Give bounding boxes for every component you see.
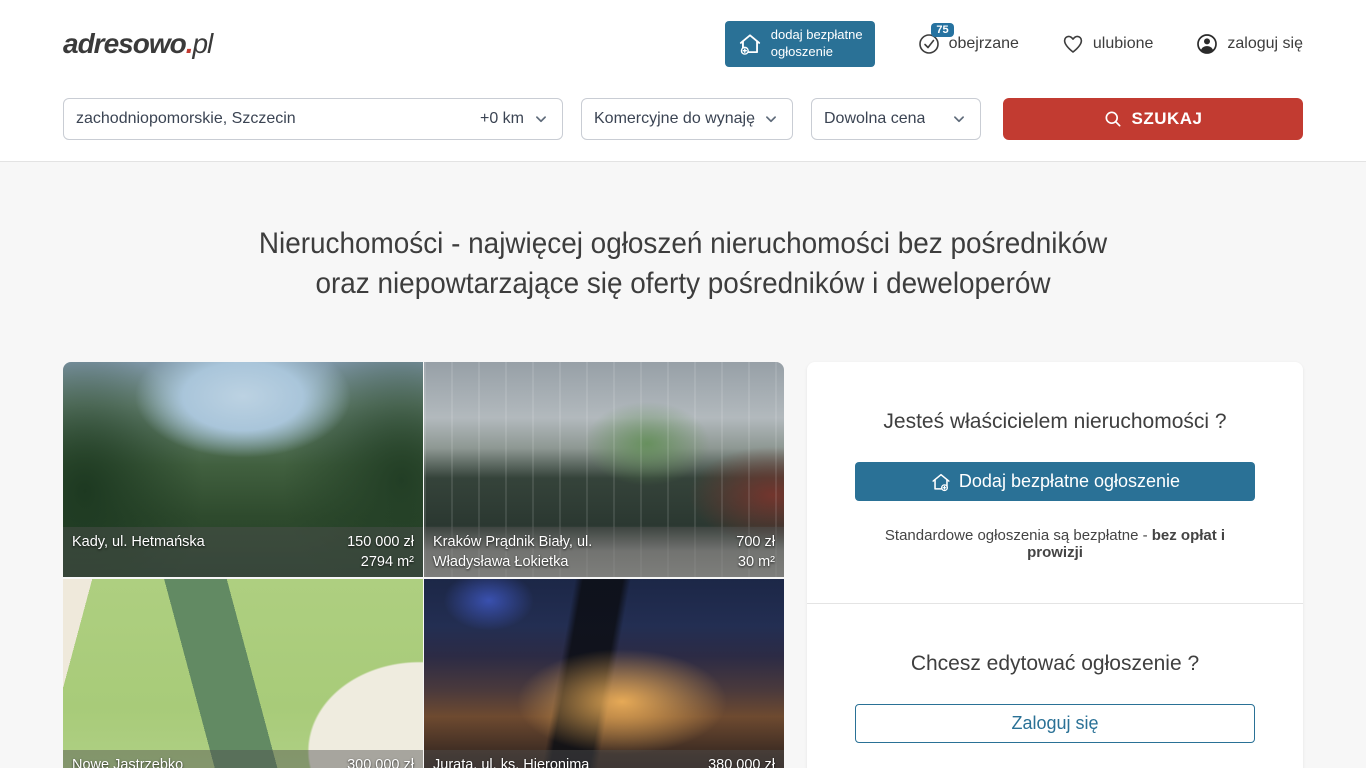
edit-heading: Chcesz edytować ogłoszenie ? — [855, 652, 1255, 676]
listing-price: 380 000 zł — [708, 757, 775, 768]
owner-sidebar: Jesteś właścicielem nieruchomości ? Doda… — [807, 362, 1303, 768]
listing-caption: Kraków Prądnik Biały, ul. Władysława Łok… — [424, 527, 784, 577]
search-bar: zachodniopomorskie, Szczecin +0 km Komer… — [0, 88, 1366, 162]
listing-title: Kady, ul. Hetmańska — [72, 532, 205, 572]
house-plus-icon — [930, 471, 952, 493]
add-listing-button[interactable]: dodaj bezpłatne ogłoszenie — [725, 21, 875, 67]
add-listing-label: dodaj bezpłatne ogłoszenie — [771, 27, 863, 61]
listing-caption: Kady, ul. Hetmańska 150 000 zł 2794 m² — [63, 527, 423, 577]
search-icon — [1103, 109, 1123, 129]
viewed-label: obejrzane — [949, 35, 1019, 53]
listing-area: 2794 m² — [361, 554, 414, 570]
chevron-down-icon — [762, 110, 780, 128]
category-value: Komercyjne do wynaję — [594, 110, 755, 128]
listing-card[interactable]: Nowe Jastrzębko 300 000 zł — [63, 579, 423, 768]
owner-heading: Jesteś właścicielem nieruchomości ? — [855, 410, 1255, 434]
radius-select[interactable]: +0 km — [480, 110, 524, 128]
owner-note: Standardowe ogłoszenia są bezpłatne - be… — [855, 527, 1255, 561]
category-select[interactable]: Komercyjne do wynaję — [581, 98, 793, 140]
logo-text-main: adresowo — [63, 28, 186, 59]
listing-price: 150 000 zł — [347, 534, 414, 550]
location-value: zachodniopomorskie, Szczecin — [76, 110, 296, 128]
check-circle-icon: 75 — [917, 32, 941, 56]
listing-caption: Jurata, ul. ks. Hieronima 380 000 zł — [424, 750, 784, 768]
logo-text-suffix: pl — [192, 28, 212, 59]
listing-card[interactable]: Jurata, ul. ks. Hieronima 380 000 zł — [424, 579, 784, 768]
listing-title: Kraków Prądnik Biały, ul. Władysława Łok… — [433, 532, 668, 572]
listing-card[interactable]: Kady, ul. Hetmańska 150 000 zł 2794 m² — [63, 362, 423, 577]
listings-grid: Kady, ul. Hetmańska 150 000 zł 2794 m² K… — [63, 362, 784, 768]
top-bar: adresowo.pl dodaj bezpłatne ogłoszenie — [0, 0, 1366, 88]
login-link[interactable]: zaloguj się — [1195, 32, 1303, 56]
location-input[interactable]: zachodniopomorskie, Szczecin +0 km — [63, 98, 563, 140]
add-free-listing-label: Dodaj bezpłatne ogłoszenie — [959, 471, 1180, 492]
listing-price: 300 000 zł — [347, 757, 414, 768]
listing-price: 700 zł — [736, 534, 775, 550]
listing-title: Jurata, ul. ks. Hieronima — [433, 755, 589, 768]
sidebar-login-button[interactable]: Zaloguj się — [855, 704, 1255, 743]
site-logo[interactable]: adresowo.pl — [63, 28, 212, 60]
listing-title: Nowe Jastrzębko — [72, 755, 183, 768]
search-button-label: SZUKAJ — [1131, 109, 1202, 129]
listing-caption: Nowe Jastrzębko 300 000 zł — [63, 750, 423, 768]
listing-card[interactable]: Kraków Prądnik Biały, ul. Władysława Łok… — [424, 362, 784, 577]
chevron-down-icon — [950, 110, 968, 128]
page-title: Nieruchomości - najwięcej ogłoszeń nieru… — [106, 224, 1259, 304]
price-select[interactable]: Dowolna cena — [811, 98, 981, 140]
chevron-down-icon — [532, 110, 550, 128]
viewed-link[interactable]: 75 obejrzane — [917, 32, 1019, 56]
person-circle-icon — [1195, 32, 1219, 56]
listing-area: 30 m² — [738, 554, 775, 570]
login-label: zaloguj się — [1227, 35, 1303, 53]
viewed-count-badge: 75 — [931, 23, 953, 37]
owner-section: Jesteś właścicielem nieruchomości ? Doda… — [807, 362, 1303, 603]
edit-section: Chcesz edytować ogłoszenie ? Zaloguj się… — [807, 603, 1303, 768]
heart-icon — [1061, 32, 1085, 56]
price-value: Dowolna cena — [824, 110, 925, 128]
favorites-label: ulubione — [1093, 35, 1154, 53]
header-actions: dodaj bezpłatne ogłoszenie 75 obejrzane — [725, 21, 1303, 67]
search-button[interactable]: SZUKAJ — [1003, 98, 1303, 140]
add-free-listing-button[interactable]: Dodaj bezpłatne ogłoszenie — [855, 462, 1255, 501]
favorites-link[interactable]: ulubione — [1061, 32, 1154, 56]
house-plus-icon — [737, 31, 763, 57]
